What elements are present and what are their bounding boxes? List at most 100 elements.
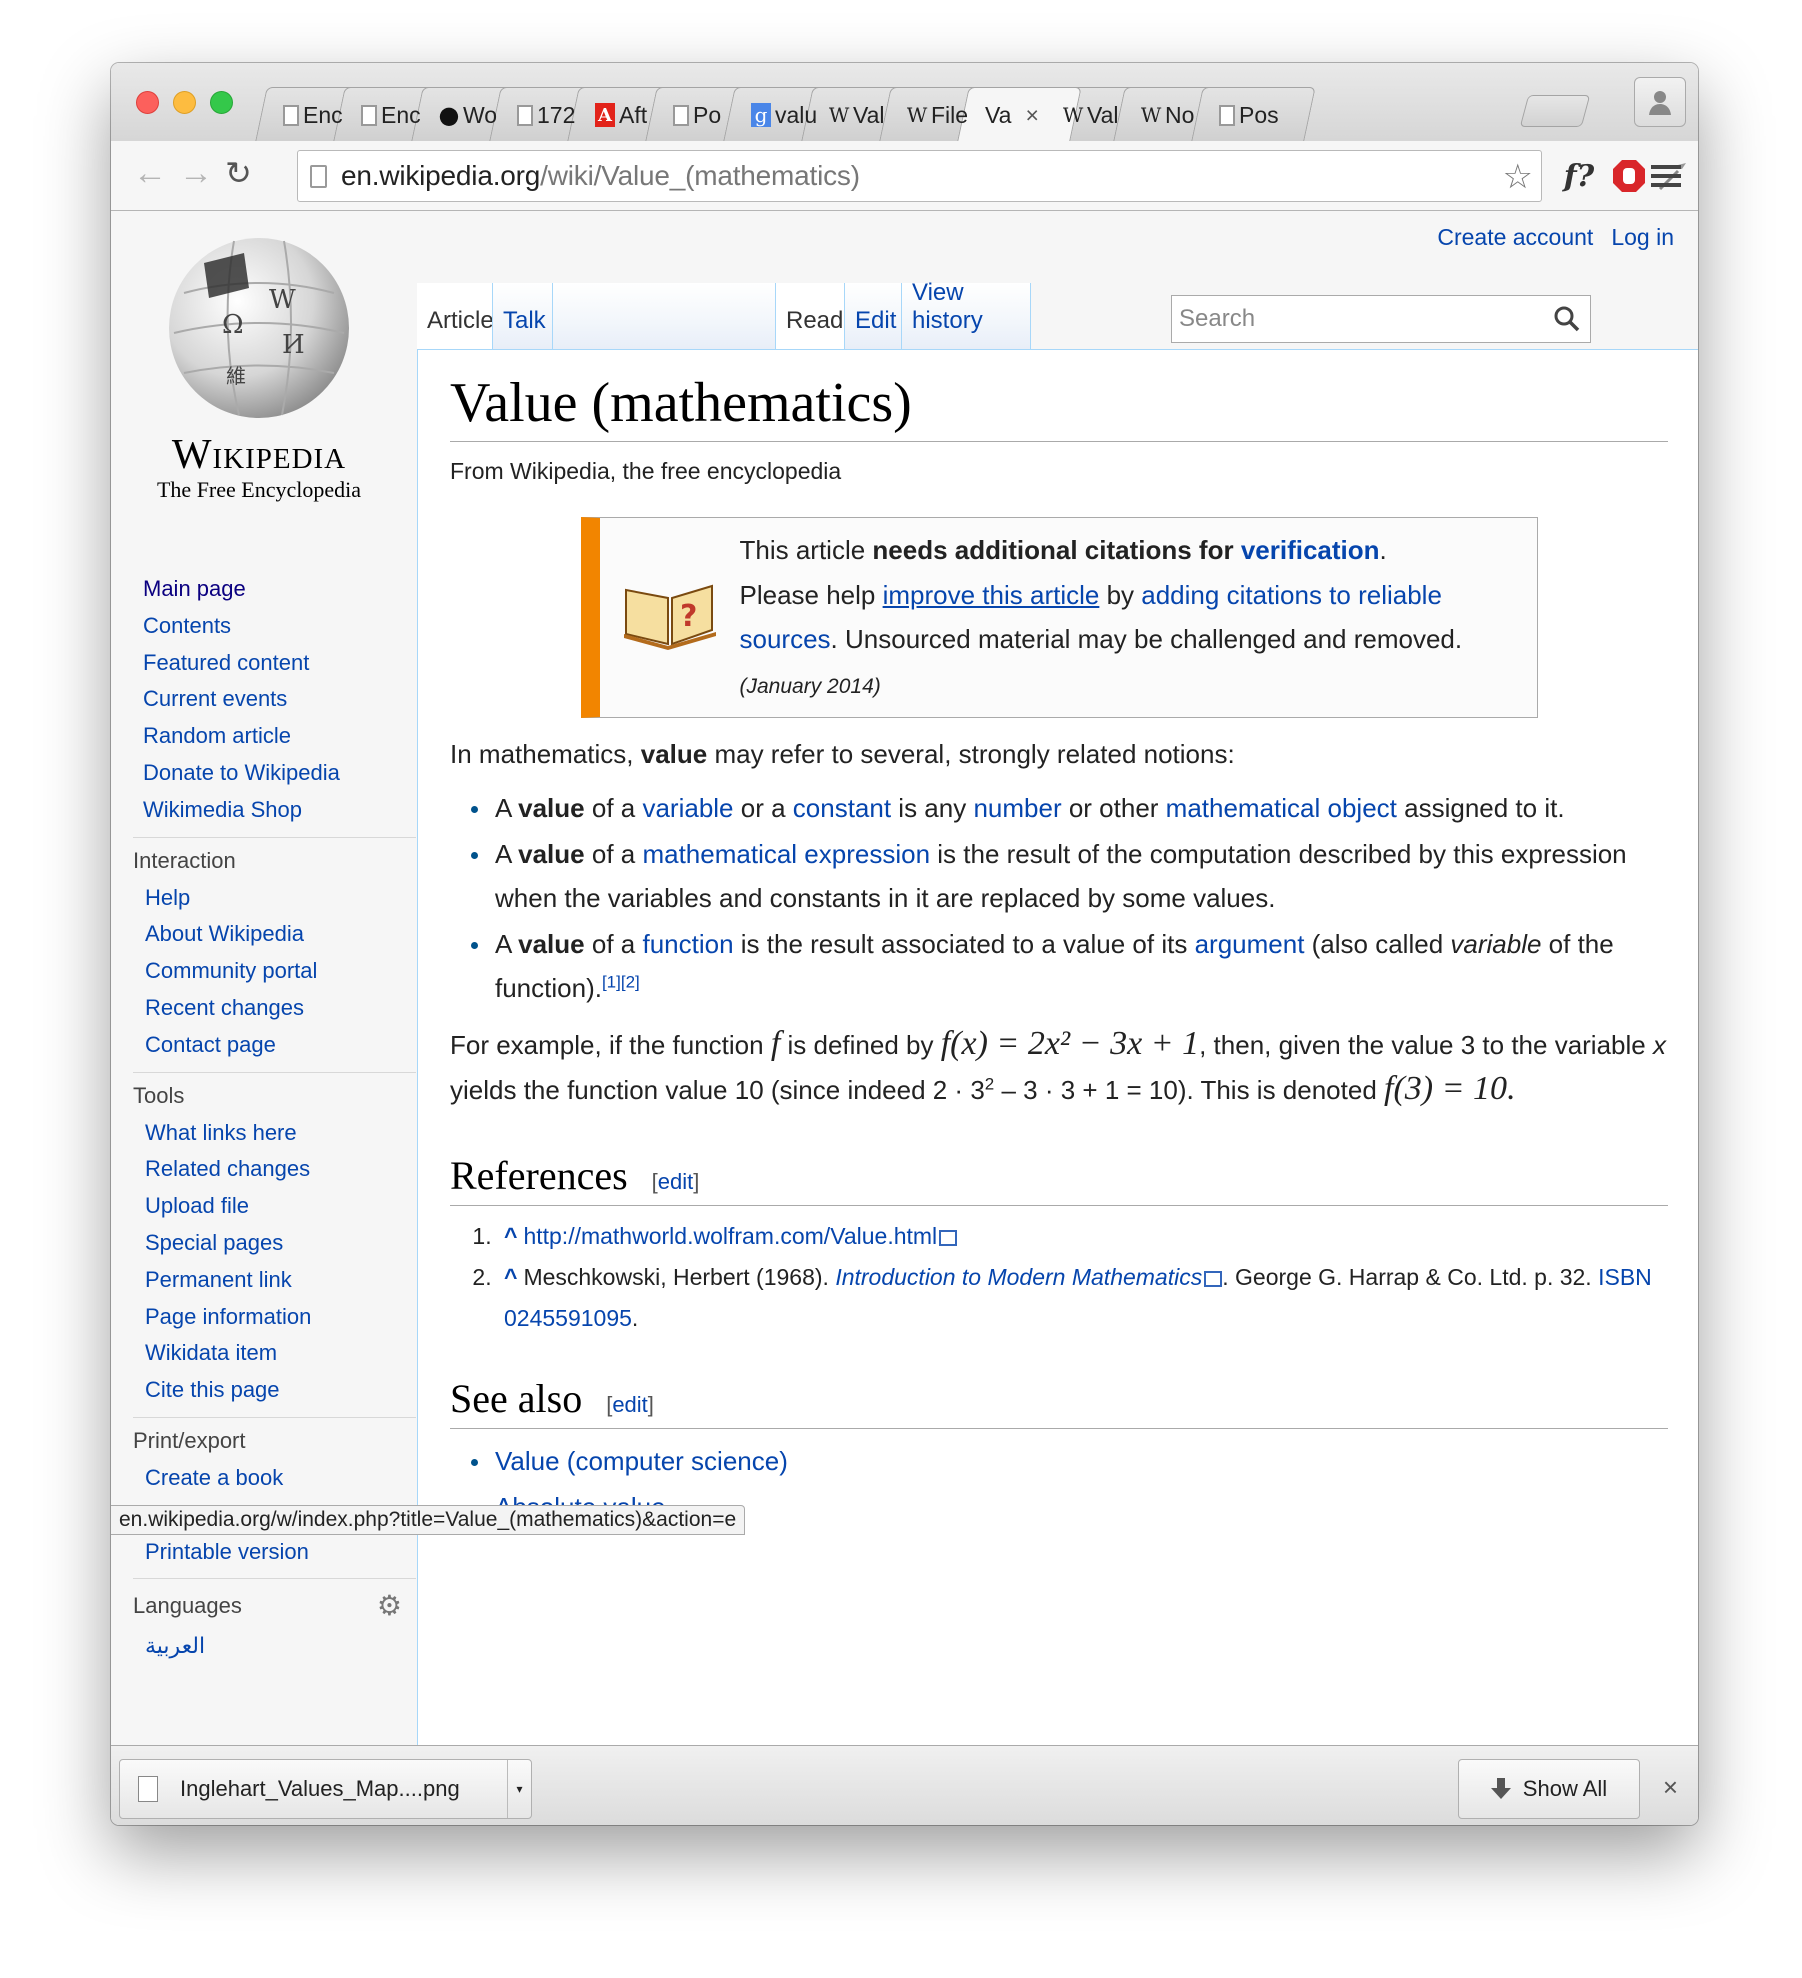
interaction-link[interactable]: About Wikipedia: [145, 921, 304, 946]
mathematical-object-link[interactable]: mathematical object: [1166, 793, 1397, 823]
interaction-portal: Interaction Help About Wikipedia Community…: [133, 836, 416, 1064]
reload-button[interactable]: ↻: [225, 157, 252, 189]
browser-tab-label[interactable]: W Val: [829, 97, 897, 133]
search-input[interactable]: [1172, 305, 1552, 333]
browser-tab-label[interactable]: 172: [517, 97, 585, 133]
sidebar-item: Page information: [111, 1299, 416, 1336]
citation-2-link[interactable]: [2]: [621, 973, 640, 992]
create-account-link[interactable]: Create account: [1437, 224, 1593, 251]
tab-edit[interactable]: Edit: [844, 283, 901, 349]
nav-link[interactable]: Random article: [143, 723, 291, 748]
improve-article-link[interactable]: improve this article: [883, 580, 1100, 610]
book-title-link[interactable]: Introduction to Modern Mathematics: [835, 1264, 1202, 1290]
bookmark-star-icon[interactable]: ☆: [1503, 157, 1533, 197]
sidebar-item: Upload file: [111, 1188, 416, 1225]
interaction-link[interactable]: Recent changes: [145, 995, 304, 1020]
sidebar-item: Contact page: [111, 1027, 416, 1064]
mathematical-expression-link[interactable]: mathematical expression: [642, 839, 930, 869]
browser-tab-label[interactable]: W No: [1141, 97, 1209, 133]
interaction-link[interactable]: Contact page: [145, 1032, 276, 1057]
browser-tab-label[interactable]: W Val: [1063, 97, 1131, 133]
ref-2-backlink[interactable]: ^: [504, 1264, 517, 1290]
nav-link[interactable]: Current events: [143, 686, 287, 711]
search-box: [1171, 295, 1591, 343]
gear-icon[interactable]: ⚙: [377, 1589, 402, 1622]
tab-list: Enc Enc ● Wo 172 A Aft Po g valu W Val W File Va × W Val W…: [255, 87, 1661, 141]
tools-link[interactable]: Cite this page: [145, 1377, 280, 1402]
back-button[interactable]: ←: [133, 156, 167, 190]
forward-button[interactable]: →: [179, 156, 213, 190]
wikipedia-icon: W: [1141, 103, 1162, 127]
sidebar-item: Create a book: [111, 1460, 416, 1497]
article-content: Value (mathematics) From Wikipedia, the …: [417, 349, 1698, 1745]
ref-1-backlink[interactable]: ^: [504, 1223, 517, 1249]
tab-talk[interactable]: Talk: [492, 283, 552, 349]
minimize-window-button[interactable]: [173, 91, 196, 114]
tools-link[interactable]: Wikidata item: [145, 1340, 277, 1365]
references-edit-link[interactable]: edit: [658, 1169, 693, 1194]
sidebar-item: Main page: [133, 571, 416, 608]
argument-link[interactable]: argument: [1195, 929, 1305, 959]
nav-link[interactable]: Wikimedia Shop: [143, 797, 302, 822]
show-all-button[interactable]: Show All: [1458, 1759, 1640, 1819]
tools-link[interactable]: Related changes: [145, 1156, 310, 1181]
interaction-link[interactable]: Community portal: [145, 958, 317, 983]
svg-text:И: И: [282, 330, 305, 360]
browser-tab-label[interactable]: g valu: [751, 97, 819, 133]
interaction-link[interactable]: Help: [145, 885, 190, 910]
tab-view-history[interactable]: View history: [901, 279, 1031, 349]
print-link[interactable]: Create a book: [145, 1465, 283, 1490]
search-icon[interactable]: [1552, 304, 1582, 334]
log-in-link[interactable]: Log in: [1611, 224, 1674, 251]
nav-link[interactable]: Featured content: [143, 650, 309, 675]
close-download-bar-button[interactable]: ×: [1663, 1772, 1678, 1803]
browser-tab-label[interactable]: Enc: [361, 97, 429, 133]
browser-tab-label[interactable]: Enc: [283, 97, 351, 133]
adblock-extension-button[interactable]: [1609, 155, 1649, 197]
browser-tab-label[interactable]: Pos: [1219, 97, 1287, 133]
tools-link[interactable]: Special pages: [145, 1230, 283, 1255]
address-bar[interactable]: en.wikipedia.org/wiki/Value_(mathematics…: [297, 150, 1542, 202]
browser-toolbar: ← → ↻ en.wikipedia.org/wiki/Value_(mathe…: [111, 141, 1698, 211]
language-link[interactable]: العربية: [145, 1633, 205, 1658]
image-file-icon: [138, 1776, 158, 1802]
variable-link[interactable]: variable: [642, 793, 733, 823]
constant-link[interactable]: constant: [793, 793, 891, 823]
tools-link[interactable]: Upload file: [145, 1193, 249, 1218]
download-item[interactable]: Inglehart_Values_Map....png ▾: [119, 1759, 532, 1819]
function-link[interactable]: function: [642, 929, 733, 959]
tab-read[interactable]: Read: [776, 283, 844, 349]
nav-link[interactable]: Donate to Wikipedia: [143, 760, 340, 785]
download-menu-button[interactable]: ▾: [507, 1760, 531, 1818]
print-link[interactable]: Printable version: [145, 1539, 309, 1564]
nav-link[interactable]: Main page: [143, 576, 246, 601]
sidebar-item: What links here: [111, 1115, 416, 1152]
sidebar-item: Recent changes: [111, 990, 416, 1027]
new-tab-button[interactable]: [1519, 95, 1591, 127]
see-also-edit-link[interactable]: edit: [612, 1392, 647, 1417]
tools-link[interactable]: Permanent link: [145, 1267, 292, 1292]
number-link[interactable]: number: [973, 793, 1061, 823]
tools-link[interactable]: Page information: [145, 1304, 311, 1329]
close-window-button[interactable]: [136, 91, 159, 114]
citation-1-link[interactable]: [1]: [602, 973, 621, 992]
verification-link[interactable]: verification: [1241, 535, 1380, 565]
browser-tab-label[interactable]: A Aft: [595, 97, 663, 133]
wikipedia-logo[interactable]: Ω W И 維 Wikipedia The Free Encyclopedia: [139, 233, 379, 503]
browser-tab-label[interactable]: ● Wo: [439, 97, 507, 133]
nav-link[interactable]: Contents: [143, 613, 231, 638]
zoom-window-button[interactable]: [210, 91, 233, 114]
close-tab-icon[interactable]: ×: [1025, 102, 1038, 129]
see-also-link[interactable]: Value (computer science): [495, 1446, 788, 1476]
browser-tab-label[interactable]: W File: [907, 97, 975, 133]
browser-tab-label[interactable]: Po: [673, 97, 741, 133]
mathworld-link[interactable]: http://mathworld.wolfram.com/Value.html: [523, 1223, 937, 1249]
tools-link[interactable]: What links here: [145, 1120, 297, 1145]
browser-tab-label[interactable]: Va ×: [985, 97, 1065, 133]
wikipedia-icon: W: [1063, 103, 1084, 127]
menu-button[interactable]: [1648, 155, 1684, 197]
formula-extension-button[interactable]: f?: [1554, 155, 1604, 197]
tab-article[interactable]: Article: [417, 283, 494, 349]
doc-icon: [517, 104, 533, 126]
profile-button[interactable]: [1634, 77, 1686, 127]
